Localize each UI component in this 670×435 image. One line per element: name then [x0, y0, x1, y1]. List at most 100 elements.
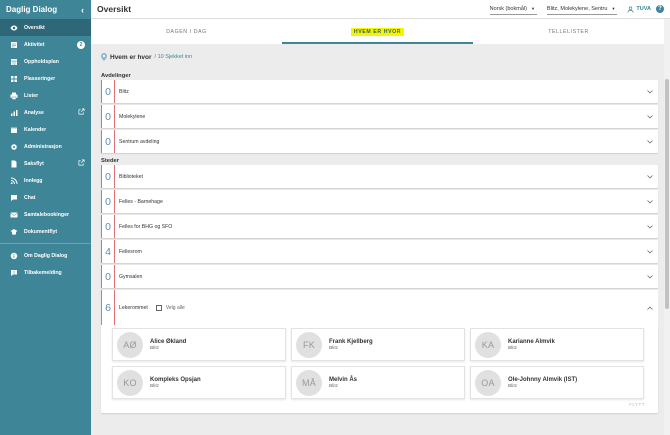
scroll-thumb[interactable]: [665, 79, 669, 309]
list-item[interactable]: 0 Biblioteket: [101, 165, 658, 188]
scrollbar[interactable]: [664, 19, 670, 435]
avatar: AØ: [117, 331, 143, 358]
child-name: Kompleks Opsjan: [150, 376, 201, 383]
sidebar-item-plasseringer[interactable]: Plasseringer: [0, 70, 91, 87]
chart-icon: [10, 109, 18, 117]
sidebar-item-chat[interactable]: Chat: [0, 189, 91, 206]
sidebar-item-samtalebookinger[interactable]: Samtalebookinger: [0, 206, 91, 223]
list-item[interactable]: 0 Felles for BHG og SFO: [101, 215, 658, 238]
sidebar-item-dokumentflyt[interactable]: Dokumentflyt: [0, 223, 91, 240]
sidebar-item-aktivitet[interactable]: Aktivitet 2: [0, 36, 91, 53]
list-item-expanded[interactable]: 6 Lekerommet Velg alle: [101, 290, 658, 325]
tab-dagen-i-dag[interactable]: DAGEN I DAG: [91, 19, 282, 44]
grid-icon: [10, 75, 18, 83]
list-item[interactable]: 0 Blitz: [101, 80, 658, 103]
language-select[interactable]: Norsk (bokmål) ▼: [489, 4, 537, 15]
checked-in-count: / 10 Sjekket inn: [154, 54, 193, 60]
sidebar-item-innlegg[interactable]: Innlegg: [0, 172, 91, 189]
list-item[interactable]: 0 Molekylene: [101, 105, 658, 128]
calendar-grid-icon: [10, 58, 18, 66]
select-all-checkbox[interactable]: Velg alle: [155, 304, 185, 311]
sidebar-item-om-daglig-dialog[interactable]: Om Daglig Dialog: [0, 247, 91, 264]
section-title-avdelinger: Avdelinger: [101, 73, 131, 79]
chevron-up-icon[interactable]: [642, 305, 658, 310]
chevron-down-icon[interactable]: [642, 114, 658, 119]
child-name: Ole-Johnny Almvik (IST): [508, 376, 578, 383]
chevron-down-icon[interactable]: [642, 139, 658, 144]
sidebar-item-saksflyt[interactable]: Saksflyt: [0, 155, 91, 172]
external-link-icon: [78, 159, 85, 168]
chevron-down-icon[interactable]: [642, 249, 658, 254]
section-title-steder: Steder: [101, 158, 120, 164]
external-link-icon: [78, 108, 85, 117]
child-card[interactable]: OA Ole-Johnny Almvik (IST) Blitz: [470, 366, 644, 399]
child-name: Frank Kjellberg: [329, 338, 373, 345]
sidebar-item-administrasjon[interactable]: Administrasjon: [0, 138, 91, 155]
sidebar-item-oversikt[interactable]: Oversikt: [0, 19, 91, 36]
location-select[interactable]: Blitz, Molekylene, Sentru ▼: [546, 4, 618, 15]
document-icon: [10, 160, 18, 168]
sidebar-item-kalender[interactable]: Kalender: [0, 121, 91, 138]
chevron-down-icon[interactable]: [642, 174, 658, 179]
sidebar: Daglig Dialog ‹ Oversikt Aktivitet 2 Opp…: [0, 0, 91, 435]
chevron-down-icon[interactable]: [642, 199, 658, 204]
child-group: Blitz: [150, 383, 160, 389]
child-group: Blitz: [329, 383, 339, 389]
list-item[interactable]: 0 Felles - Barnehage: [101, 190, 658, 213]
child-group: Blitz: [329, 345, 339, 351]
rss-icon: [10, 177, 18, 185]
section-header: Hvem er hvor / 10 Sjekket inn: [101, 44, 658, 70]
item-name: Gymsalen: [119, 273, 143, 280]
user-icon: [627, 6, 634, 13]
avatar: OA: [475, 369, 501, 396]
count: 0: [101, 215, 115, 238]
help-icon[interactable]: ?: [656, 5, 664, 13]
item-name: Molekylene: [119, 113, 146, 120]
count: 0: [101, 190, 115, 213]
tab-hvem-er-hvor[interactable]: HVEM ER HVOR: [282, 19, 473, 44]
school-icon: [10, 228, 18, 236]
avatar: KA: [475, 331, 501, 358]
caret-down-icon: ▼: [611, 6, 616, 11]
activity-icon: [10, 41, 18, 49]
chevron-down-icon[interactable]: [642, 224, 658, 229]
chevron-down-icon[interactable]: [642, 274, 658, 279]
child-card[interactable]: MÅ Melvin Ås Blitz: [291, 366, 465, 399]
sidebar-item-analyse[interactable]: Analyse: [0, 104, 91, 121]
page-title: Oversikt: [97, 4, 132, 14]
booking-icon: [10, 211, 18, 219]
list-item[interactable]: 0 Gymsalen: [101, 265, 658, 288]
child-card[interactable]: FK Frank Kjellberg Blitz: [291, 328, 465, 361]
print-icon: [10, 92, 18, 100]
page-heading: Hvem er hvor: [110, 53, 152, 61]
child-cards: AØ Alice Økland Blitz FK Frank Kjellberg B…: [112, 328, 650, 399]
tab-tellelister[interactable]: TELLELISTER: [473, 19, 664, 44]
calendar-icon: [10, 126, 18, 134]
collapse-sidebar-icon[interactable]: ‹: [81, 5, 84, 15]
child-card[interactable]: KA Karianne Almvik Blitz: [470, 328, 644, 361]
child-group: Blitz: [508, 383, 518, 389]
item-name: Blitz: [119, 88, 129, 95]
caret-down-icon: ▼: [530, 6, 535, 11]
item-name: Felles for BHG og SFO: [119, 223, 173, 230]
list-item[interactable]: 4 Fellesrom: [101, 240, 658, 263]
sidebar-item-tilbakemelding[interactable]: Tilbakemelding: [0, 264, 91, 281]
list-item[interactable]: 0 Sentrum avdeling: [101, 130, 658, 153]
checkbox[interactable]: [155, 304, 162, 311]
sidebar-item-lister[interactable]: Lister: [0, 87, 91, 104]
move-button[interactable]: FLYTT: [629, 402, 645, 407]
count: 4: [101, 240, 115, 263]
chevron-down-icon[interactable]: [642, 89, 658, 94]
child-card[interactable]: AØ Alice Økland Blitz: [112, 328, 286, 361]
app-title: Daglig Dialog: [6, 5, 58, 14]
sidebar-item-oppholdsplan[interactable]: Oppholdsplan: [0, 53, 91, 70]
child-card[interactable]: KO Kompleks Opsjan Blitz: [112, 366, 286, 399]
user-menu[interactable]: TUVA: [627, 6, 651, 13]
child-name: Karianne Almvik: [508, 338, 555, 345]
gear-icon: [10, 143, 18, 151]
activity-badge: 2: [77, 40, 85, 49]
count: 6: [101, 290, 115, 325]
child-name: Melvin Ås: [329, 376, 358, 383]
location-pin-icon: [101, 53, 107, 61]
children-panel: AØ Alice Økland Blitz FK Frank Kjellberg B…: [101, 325, 658, 413]
